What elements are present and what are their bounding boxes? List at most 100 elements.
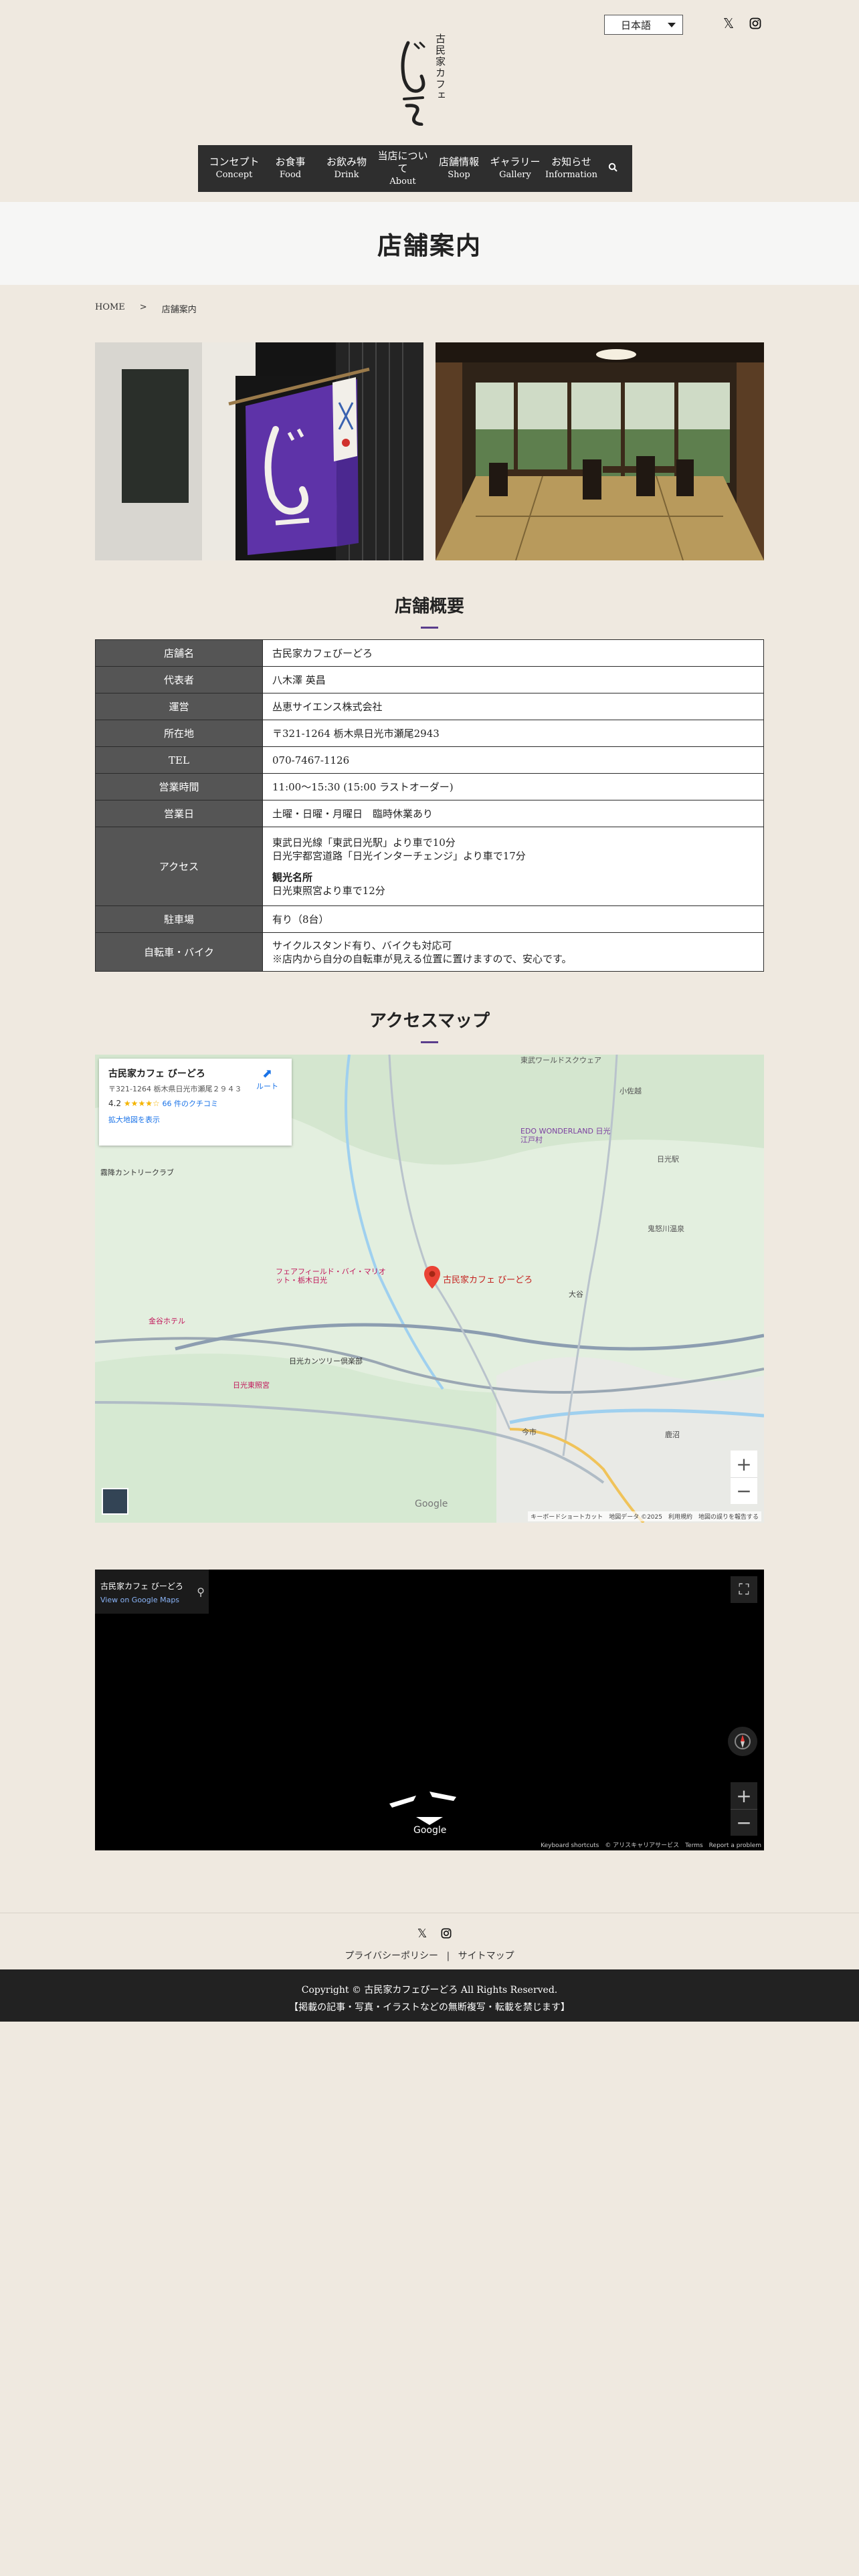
instagram-icon[interactable] bbox=[439, 1926, 454, 1941]
streetview-google-logo: Google bbox=[413, 1825, 447, 1836]
breadcrumb-home[interactable]: HOME bbox=[95, 302, 125, 315]
nav-item-drink[interactable]: お飲み物 Drink bbox=[318, 156, 375, 181]
phone-number[interactable]: 070-7467-1126 bbox=[262, 746, 764, 774]
row-label: 営業日 bbox=[95, 800, 263, 827]
map-label-tobu: 東武ワールドスクウェア bbox=[520, 1056, 601, 1065]
access-line: 東武日光線「東武日光駅」より車で10分 bbox=[272, 836, 456, 849]
nav-label-ja: お食事 bbox=[275, 156, 306, 168]
streetview-zoom-in[interactable]: + bbox=[731, 1782, 757, 1809]
search-icon[interactable] bbox=[599, 163, 626, 175]
privacy-policy-link[interactable]: プライバシーポリシー bbox=[345, 1951, 438, 1961]
social-links-footer: 𝕏 bbox=[415, 1926, 454, 1941]
page-title: 店舗案内 bbox=[377, 231, 482, 260]
streetview-zoom-out[interactable]: − bbox=[731, 1809, 757, 1836]
place-address: 〒321-1264 栃木県日光市瀬尾２９４３ bbox=[108, 1085, 242, 1093]
x-icon[interactable]: 𝕏 bbox=[415, 1926, 430, 1941]
row-label: TEL bbox=[95, 746, 263, 774]
footer-bar: Copyright © 古民家カフェびーどろ All Rights Reserv… bbox=[0, 1969, 859, 2022]
instagram-icon[interactable] bbox=[748, 16, 763, 31]
streetview-info-card: 古民家カフェ びーどろ View on Google Maps ⚲ bbox=[95, 1570, 209, 1614]
sitemap-link[interactable]: サイトマップ bbox=[458, 1951, 514, 1961]
nav-item-information[interactable]: お知らせ Information bbox=[543, 156, 599, 181]
nav-item-about[interactable]: 当店について About bbox=[375, 150, 431, 188]
row-value: 丛恵サイエンス株式会社 bbox=[262, 693, 764, 720]
table-row: 店舗名 古民家カフェびーどろ bbox=[95, 639, 764, 667]
street-view[interactable]: 古民家カフェ びーどろ View on Google Maps ⚲ ⛶ + − … bbox=[95, 1570, 764, 1850]
nav-label-en: Shop bbox=[448, 170, 470, 180]
row-value: 八木澤 英昌 bbox=[262, 666, 764, 693]
language-select[interactable]: 日本語 bbox=[604, 15, 683, 35]
nav-item-food[interactable]: お食事 Food bbox=[262, 156, 318, 181]
enlarge-map-link[interactable]: 拡大地図を表示 bbox=[108, 1114, 282, 1125]
row-value: 11:00〜15:30 (15:00 ラストオーダー) bbox=[262, 773, 764, 800]
map-layer-toggle[interactable] bbox=[102, 1488, 128, 1515]
map-label-kinugawa: 鬼怒川温泉 bbox=[648, 1224, 684, 1233]
directions-icon: ⬈ bbox=[262, 1067, 273, 1081]
place-rating: 4.2 ★★★★☆ 66 件のクチコミ bbox=[108, 1098, 282, 1109]
map-label-toshogu: 日光東照宮 bbox=[233, 1381, 270, 1390]
table-row: 代表者 八木澤 英昌 bbox=[95, 666, 764, 693]
site-logo[interactable]: 古民家カフェ bbox=[395, 33, 464, 126]
chevron-down-icon bbox=[668, 22, 676, 27]
table-row: 営業日 土曜・日曜・月曜日 臨時休業あり bbox=[95, 800, 764, 827]
map-label-oya: 大谷 bbox=[569, 1290, 583, 1299]
bike-line: サイクルスタンド有り、バイクも対応可 bbox=[272, 939, 452, 952]
directions-button[interactable]: ⬈ ルート bbox=[256, 1067, 278, 1091]
star-rating-icon: ★★★★☆ bbox=[123, 1099, 160, 1108]
map-google-logo: Google bbox=[415, 1499, 448, 1509]
nav-label-ja: お知らせ bbox=[551, 156, 591, 168]
nav-item-gallery[interactable]: ギャラリー Gallery bbox=[487, 156, 543, 181]
map-pin-icon bbox=[424, 1266, 440, 1289]
copyright-notice: 【掲載の記事・写真・イラストなどの無断複写・転載を禁じます】 bbox=[289, 2002, 570, 2013]
map-pin[interactable] bbox=[424, 1266, 440, 1291]
row-value: 古民家カフェびーどろ bbox=[262, 639, 764, 667]
map-label-kanaya: 金谷ホテル bbox=[149, 1317, 185, 1325]
nav-item-shop[interactable]: 店舗情報 Shop bbox=[431, 156, 487, 181]
map-label-station: 日光駅 bbox=[657, 1155, 679, 1164]
map-label-imaichi: 今市 bbox=[522, 1428, 537, 1436]
x-icon[interactable]: 𝕏 bbox=[721, 15, 736, 31]
row-label: アクセス bbox=[95, 827, 263, 906]
row-value: 土曜・日曜・月曜日 臨時休業あり bbox=[262, 800, 764, 827]
row-value-bike: サイクルスタンド有り、バイクも対応可 ※店内から自分の自転車が見える位置に置けま… bbox=[262, 932, 764, 972]
row-value: 〒321-1264 栃木県日光市瀬尾2943 bbox=[262, 720, 764, 747]
table-row: 所在地 〒321-1264 栃木県日光市瀬尾2943 bbox=[95, 720, 764, 747]
nav-label-ja: コンセプト bbox=[209, 156, 260, 168]
table-row: アクセス 東武日光線「東武日光駅」より車で10分 日光宇都宮道路「日光インターチ… bbox=[95, 827, 764, 906]
page: 日本語 𝕏 古民家カフェ コンセプト Concept お食事 Food お飲み物… bbox=[0, 0, 859, 2576]
footer-separator: | bbox=[446, 1951, 450, 1961]
map-label-edo: EDO WONDERLAND 日光江戸村 bbox=[520, 1127, 611, 1144]
table-row: 営業時間 11:00〜15:30 (15:00 ラストオーダー) bbox=[95, 773, 764, 800]
view-on-google-maps-link[interactable]: View on Google Maps bbox=[100, 1596, 203, 1604]
access-line-spacer bbox=[272, 863, 754, 871]
access-title: アクセスマップ bbox=[0, 1007, 859, 1043]
nav-label-en: About bbox=[389, 176, 416, 187]
row-label: 自転車・バイク bbox=[95, 932, 263, 972]
row-label: 代表者 bbox=[95, 666, 263, 693]
nav-label-en: Concept bbox=[215, 170, 253, 180]
map-zoom-out-button[interactable]: − bbox=[731, 1477, 757, 1504]
copyright-text: Copyright © 古民家カフェびーどろ All Rights Reserv… bbox=[301, 1985, 558, 1996]
table-row: 運営 丛恵サイエンス株式会社 bbox=[95, 693, 764, 720]
map-footer[interactable]: キーボードショートカット 地図データ ©2025 利用規約 地図の誤りを報告する bbox=[528, 1511, 761, 1521]
reviews-link[interactable]: 66 件のクチコミ bbox=[163, 1099, 219, 1108]
fullscreen-button[interactable]: ⛶ bbox=[731, 1576, 757, 1603]
logo-mark bbox=[401, 41, 425, 126]
row-label: 運営 bbox=[95, 693, 263, 720]
row-label: 所在地 bbox=[95, 720, 263, 747]
nav-label-ja: ギャラリー bbox=[490, 156, 541, 168]
shop-exterior-photo bbox=[95, 342, 423, 560]
overview-title: 店舗概要 bbox=[0, 593, 859, 629]
compass-icon[interactable] bbox=[728, 1727, 757, 1756]
nav-label-en: Information bbox=[545, 170, 598, 180]
breadcrumb-current: 店舗案内 bbox=[161, 305, 197, 315]
nav-item-concept[interactable]: コンセプト Concept bbox=[206, 156, 262, 181]
bike-line: ※店内から自分の自転車が見える位置に置けますので、安心です。 bbox=[272, 952, 572, 965]
table-row: TEL 070-7467-1126 bbox=[95, 746, 764, 774]
streetview-footer[interactable]: Keyboard shortcuts © アリスキャリアサービス Terms R… bbox=[541, 1840, 761, 1849]
streetview-nav-arrows-icon[interactable] bbox=[376, 1777, 483, 1830]
google-map[interactable]: 古民家カフェ びーどろ 〒321-1264 栃木県日光市瀬尾２９４３ 4.2 ★… bbox=[95, 1055, 764, 1523]
map-label-fairfield: フェアフィールド・バイ・マリオット・栃木日光 bbox=[276, 1267, 386, 1285]
map-zoom-in-button[interactable]: + bbox=[731, 1451, 757, 1477]
access-subheading: 観光名所 bbox=[272, 871, 313, 883]
